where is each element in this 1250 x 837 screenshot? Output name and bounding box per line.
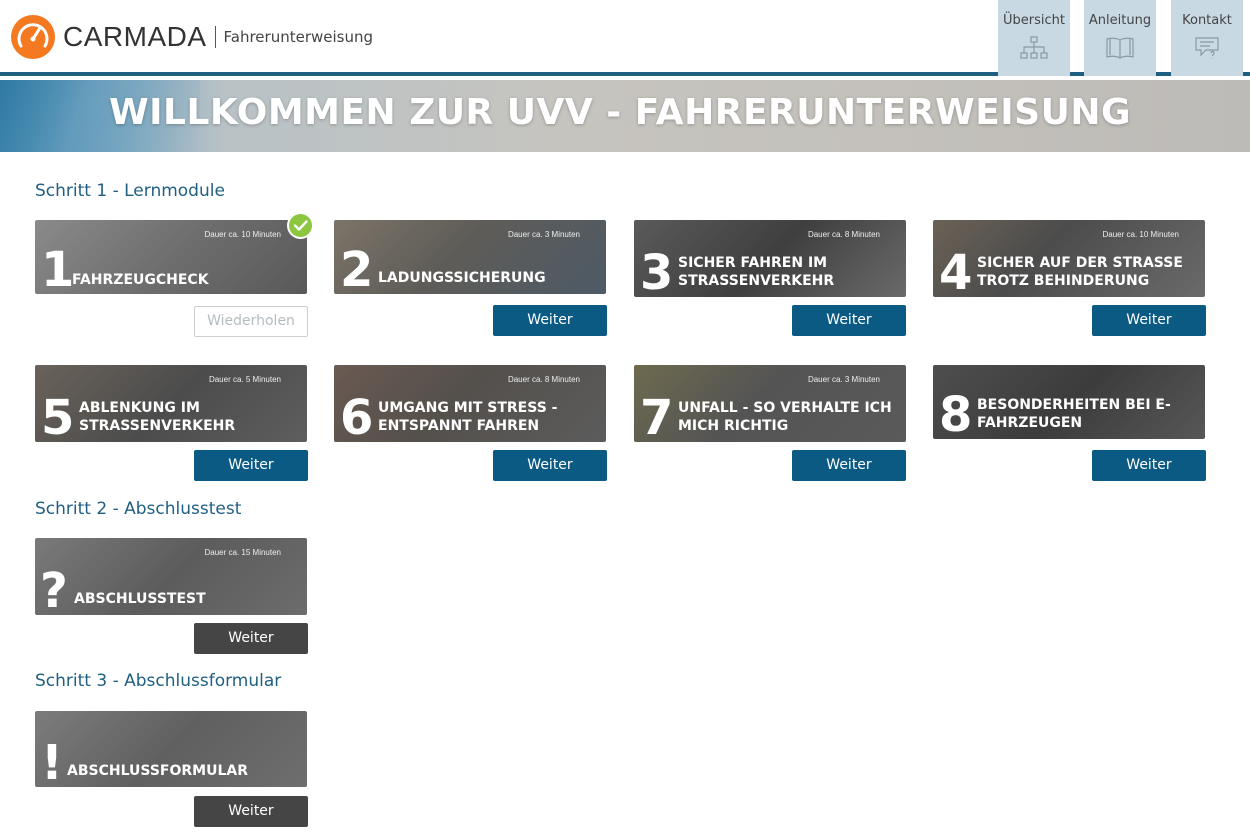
module-duration: Dauer ca. 10 Minuten — [1102, 230, 1180, 239]
module-title: SICHER FAHREN IM STRASSENVERKEHR — [678, 254, 834, 290]
brand-subtitle: Fahrerunterweisung — [223, 28, 374, 46]
module-card-5[interactable]: Dauer ca. 5 Minuten 5 ABLENKUNG IM STRAS… — [35, 365, 307, 442]
module-title-line-2: ENTSPANNT FAHREN — [378, 418, 540, 434]
carmada-logo[interactable]: CARMADA Fahrerunterweisung — [11, 15, 373, 59]
section-title-abschlussformular: Schritt 3 - Abschlussformular — [35, 671, 282, 691]
section-title-lernmodule: Schritt 1 - Lernmodule — [35, 181, 225, 201]
test-title: ABSCHLUSSTEST — [74, 591, 206, 607]
module-card-7[interactable]: Dauer ca. 3 Minuten 7 UNFALL - SO VERHAL… — [634, 365, 906, 442]
module-duration: Dauer ca. 8 Minuten — [507, 375, 580, 384]
module-duration: Dauer ca. 10 Minuten — [204, 230, 282, 239]
continue-button-module-6[interactable]: Weiter — [493, 450, 607, 481]
module-title: LADUNGSSICHERUNG — [378, 270, 546, 286]
module-card-8[interactable]: 8 BESONDERHEITEN BEI E- FAHRZEUGEN — [933, 365, 1205, 439]
nav-anleitung[interactable]: Anleitung — [1084, 0, 1156, 76]
module-card-3[interactable]: Dauer ca. 8 Minuten 3 SICHER FAHREN IM S… — [634, 220, 906, 297]
logo-divider — [214, 26, 216, 48]
continue-button-module-3[interactable]: Weiter — [792, 305, 906, 336]
section-title-abschlusstest: Schritt 2 - Abschlusstest — [35, 499, 242, 519]
final-test-card[interactable]: Dauer ca. 15 Minuten ? ABSCHLUSSTEST — [35, 538, 307, 615]
module-title-line-1: SICHER AUF DER STRASSE — [977, 255, 1183, 271]
continue-button-module-7[interactable]: Weiter — [792, 450, 906, 481]
module-number: 8 — [939, 387, 973, 439]
module-title-line-1: UNFALL - SO VERHALTE ICH — [678, 400, 892, 416]
test-duration: Dauer ca. 15 Minuten — [204, 548, 282, 557]
module-card-6[interactable]: Dauer ca. 8 Minuten 6 UMGANG MIT STRESS … — [334, 365, 606, 442]
form-title: ABSCHLUSSFORMULAR — [67, 763, 248, 779]
module-title: ABLENKUNG IM STRASSENVERKEHR — [79, 399, 235, 435]
module-title-line-1: BESONDERHEITEN BEI E- — [977, 397, 1171, 413]
nav-kontakt[interactable]: Kontakt — [1171, 0, 1243, 76]
chat-icon — [1195, 37, 1219, 59]
repeat-button-module-1[interactable]: Wiederholen — [194, 306, 308, 337]
module-number: 2 — [340, 242, 374, 294]
module-title-line-1: SICHER FAHREN IM — [678, 255, 828, 271]
module-title-line-2: MICH RICHTIG — [678, 418, 789, 434]
module-title-line-1: ABLENKUNG IM — [79, 400, 200, 416]
continue-button-module-5[interactable]: Weiter — [194, 450, 308, 481]
header: CARMADA Fahrerunterweisung Übersicht Anl… — [0, 0, 1250, 76]
module-number: 3 — [640, 245, 674, 297]
module-title-line-2: STRASSENVERKEHR — [678, 273, 835, 289]
module-number: 5 — [41, 390, 75, 442]
continue-button-module-2[interactable]: Weiter — [493, 305, 607, 336]
module-title-line-2: FAHRZEUGEN — [977, 415, 1083, 431]
continue-button-module-4[interactable]: Weiter — [1092, 305, 1206, 336]
module-title: FAHRZEUGCHECK — [72, 272, 209, 288]
module-card-2[interactable]: Dauer ca. 3 Minuten 2 LADUNGSSICHERUNG — [334, 220, 606, 294]
module-number: 4 — [939, 245, 973, 297]
module-title-line-1: UMGANG MIT STRESS - — [378, 400, 558, 416]
module-title: UNFALL - SO VERHALTE ICH MICH RICHTIG — [678, 399, 892, 435]
welcome-banner: WILLKOMMEN ZUR UVV - FAHRERUNTERWEISUNG — [0, 80, 1250, 152]
module-title: SICHER AUF DER STRASSE TROTZ BEHINDERUNG — [977, 254, 1183, 290]
module-duration: Dauer ca. 8 Minuten — [807, 230, 880, 239]
nav-uebersicht[interactable]: Übersicht — [998, 0, 1070, 76]
module-number: 7 — [640, 390, 674, 442]
nav-kontakt-label: Kontakt — [1182, 13, 1232, 28]
module-duration: Dauer ca. 3 Minuten — [807, 375, 880, 384]
sitemap-icon — [1020, 36, 1048, 59]
continue-button-test[interactable]: Weiter — [194, 623, 308, 654]
nav-anleitung-label: Anleitung — [1088, 13, 1152, 28]
module-title: UMGANG MIT STRESS - ENTSPANNT FAHREN — [378, 399, 557, 435]
module-title: BESONDERHEITEN BEI E- FAHRZEUGEN — [977, 396, 1171, 432]
final-form-card[interactable]: ! ABSCHLUSSFORMULAR — [35, 711, 307, 787]
module-card-4[interactable]: Dauer ca. 10 Minuten 4 SICHER AUF DER ST… — [933, 220, 1205, 297]
module-number: 6 — [340, 390, 374, 442]
module-duration: Dauer ca. 5 Minuten — [208, 375, 281, 384]
continue-button-module-8[interactable]: Weiter — [1092, 450, 1206, 481]
test-symbol: ? — [40, 563, 68, 615]
book-icon — [1106, 37, 1134, 59]
completed-check-icon — [287, 212, 314, 239]
nav-uebersicht-label: Übersicht — [1003, 13, 1065, 28]
brand-name: CARMADA — [63, 21, 207, 52]
module-number: 1 — [41, 242, 75, 294]
continue-button-form[interactable]: Weiter — [194, 796, 308, 827]
banner-title: WILLKOMMEN ZUR UVV - FAHRERUNTERWEISUNG — [108, 92, 1132, 133]
module-title-line-2: STRASSENVERKEHR — [79, 418, 236, 434]
speedometer-logo-icon — [11, 15, 55, 59]
module-card-1[interactable]: Dauer ca. 10 Minuten 1 FAHRZEUGCHECK — [35, 220, 307, 294]
module-title-line-2: TROTZ BEHINDERUNG — [977, 273, 1150, 289]
module-duration: Dauer ca. 3 Minuten — [507, 230, 580, 239]
form-symbol: ! — [41, 735, 63, 787]
